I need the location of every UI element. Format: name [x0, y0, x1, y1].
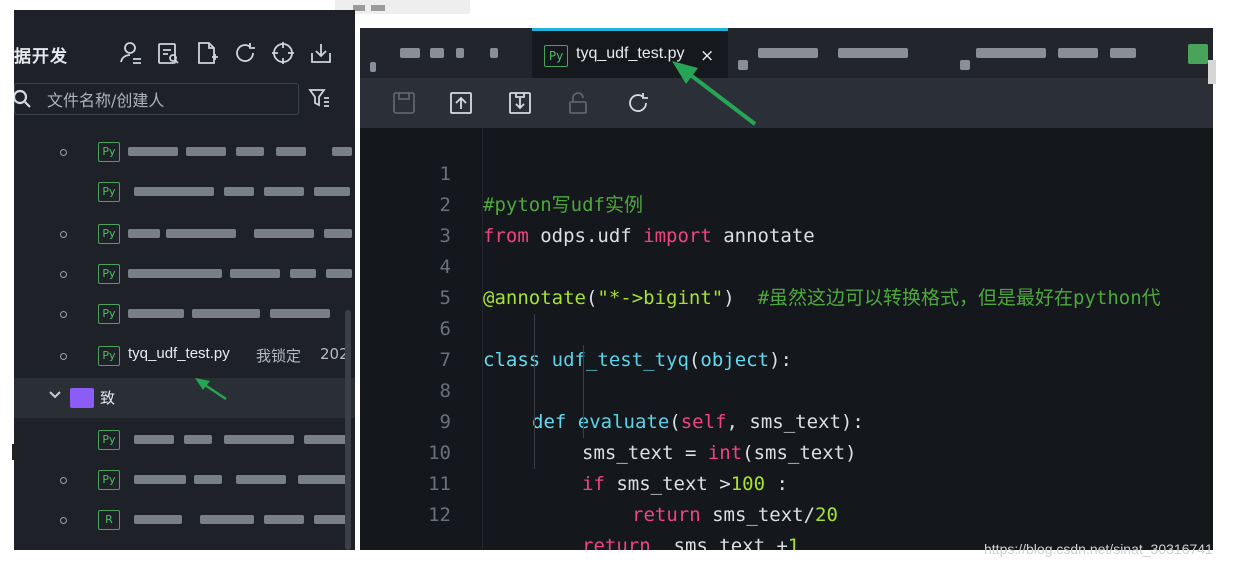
python-file-icon: Py: [98, 430, 120, 450]
python-file-icon: Py: [544, 45, 568, 67]
tree-bullet: [60, 517, 67, 524]
tree-bullet: [60, 231, 67, 238]
search-icon: [14, 88, 33, 110]
number-literal: 20: [815, 504, 838, 526]
tree-folder-row[interactable]: 致: [14, 378, 355, 418]
filter-icon[interactable]: [307, 86, 331, 110]
code-line: 9 if sms_text >100 :: [360, 376, 1213, 495]
tree-bullet: [60, 353, 67, 360]
file-search-input[interactable]: [45, 84, 289, 116]
python-file-icon: Py: [98, 182, 120, 202]
python-file-icon: Py: [98, 224, 120, 244]
tree-row[interactable]: Py: [14, 254, 355, 294]
tree-bullet: [60, 149, 67, 156]
top-strip: [0, 0, 1252, 10]
python-file-icon: Py: [98, 264, 120, 284]
code-line: 12: [360, 469, 1213, 526]
code-area[interactable]: 1 #pyton写udf实例 2 from odps.udf import an…: [360, 128, 1213, 550]
editor-tab[interactable]: [950, 28, 1170, 78]
blurred-top-label: [335, 0, 470, 14]
keyword: return: [632, 504, 701, 526]
refresh-icon[interactable]: [232, 40, 260, 68]
folder-name: 致: [100, 390, 116, 407]
save-icon[interactable]: [391, 90, 417, 116]
new-user-icon[interactable]: [118, 40, 146, 68]
tree-row[interactable]: Py: [14, 214, 355, 254]
tree-bullet: [60, 477, 67, 484]
code-line: 2 from odps.udf import annotate: [360, 159, 1213, 247]
annotation-arrow-icon: [195, 378, 227, 401]
submit-icon[interactable]: [507, 90, 533, 116]
import-icon[interactable]: [308, 40, 336, 68]
edge-mark: [12, 444, 15, 460]
expression: sms_text/: [700, 504, 816, 526]
folder-icon: [70, 388, 94, 408]
watermark: https://blog.csdn.net/sinat_30316741: [984, 541, 1213, 557]
file-name: tyq_udf_test.py: [128, 345, 230, 362]
python-file-icon: Py: [98, 304, 120, 324]
tree-row[interactable]: Py: [14, 420, 355, 460]
panel-title: 据开发: [14, 47, 68, 67]
code-line: 5: [360, 252, 1213, 309]
tree-row-selected-file[interactable]: Py tyq_udf_test.py 我锁定 202: [14, 336, 355, 376]
tree-row[interactable]: Py: [14, 460, 355, 500]
number-literal: 1: [787, 535, 800, 550]
new-file-icon[interactable]: [194, 40, 222, 68]
locate-icon[interactable]: [270, 40, 298, 68]
editor-tab[interactable]: [360, 28, 532, 78]
tree-scrollbar[interactable]: [345, 310, 351, 550]
code-line: 1 #pyton写udf实例: [360, 128, 1213, 216]
python-file-icon: Py: [98, 142, 120, 162]
code-line: 4 @annotate("*->bigint") #虽然这边可以转换格式，但是最…: [360, 221, 1213, 309]
code-line: 8 sms_text = int(sms_text): [360, 345, 1213, 464]
code-line: 10 return sms_text/20: [360, 407, 1213, 526]
tree-row[interactable]: Py: [14, 172, 355, 212]
python-file-icon: Py: [98, 346, 120, 366]
tree-row[interactable]: R: [14, 500, 355, 540]
tree-row[interactable]: Py: [14, 132, 355, 172]
keyword: return: [582, 535, 651, 550]
file-search-box: [14, 83, 299, 116]
code-editor: Py tyq_udf_test.py × 1 #pyton写udf实例 2 fr…: [360, 28, 1213, 550]
lock-icon[interactable]: [565, 90, 591, 116]
reload-icon[interactable]: [625, 90, 651, 116]
code-line: 7 def evaluate(self, sms_text):: [360, 314, 1213, 433]
editor-toolbar: [360, 78, 1213, 128]
data-dev-panel: 据开发 Py Py Py Py: [14, 10, 355, 550]
line-number: 12: [428, 504, 451, 526]
code-line: 3: [360, 190, 1213, 247]
python-file-icon: Py: [98, 470, 120, 490]
lock-status: 我锁定: [256, 347, 302, 365]
code-line: 11 return sms_text +1: [360, 438, 1213, 550]
upload-icon[interactable]: [448, 90, 474, 116]
query-file-icon[interactable]: [156, 40, 184, 68]
editor-tab-bar: Py tyq_udf_test.py ×: [360, 28, 1213, 78]
code-line: 6 class udf_test_tyq(object):: [360, 283, 1213, 371]
file-icon: R: [98, 510, 120, 530]
tree-row[interactable]: Py: [14, 294, 355, 334]
tree-bullet: [60, 271, 67, 278]
blurred-edge: [1208, 60, 1216, 84]
expression: sms_text +: [650, 535, 788, 550]
tree-bullet: [60, 311, 67, 318]
annotation-arrow-icon: [672, 61, 757, 126]
chevron-down-icon[interactable]: [48, 388, 62, 406]
